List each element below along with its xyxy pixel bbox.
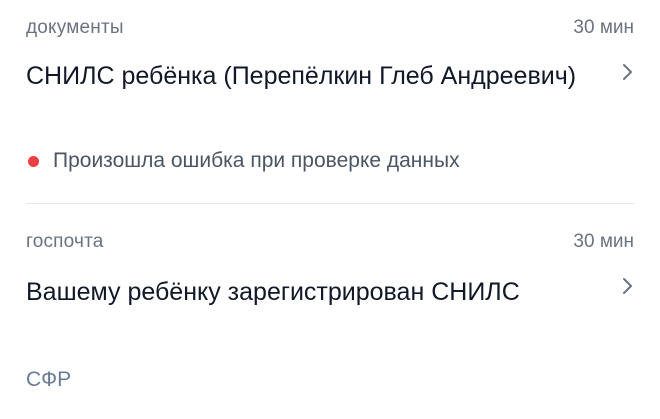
status-text: Произошла ошибка при проверке данных [53, 149, 460, 172]
notification-time: 30 мин [573, 17, 634, 38]
chevron-right-icon[interactable] [620, 60, 636, 84]
notification-category: документы [26, 17, 124, 38]
notification-time: 30 мин [573, 231, 634, 252]
notification-title: Вашему ребёнку зарегистрирован СНИЛС [26, 278, 520, 306]
notification-feed: документы 30 мин СНИЛС ребёнка (Перепёлк… [0, 0, 660, 419]
notification-title: СНИЛС ребёнка (Перепёлкин Глеб Андреевич… [26, 62, 577, 90]
status-error: Произошла ошибка при проверке данных [26, 149, 460, 173]
notification-category: госпочта [26, 231, 104, 252]
notification-sender: СФР [26, 368, 72, 391]
error-dot-icon [28, 155, 39, 167]
chevron-right-icon[interactable] [620, 274, 636, 298]
